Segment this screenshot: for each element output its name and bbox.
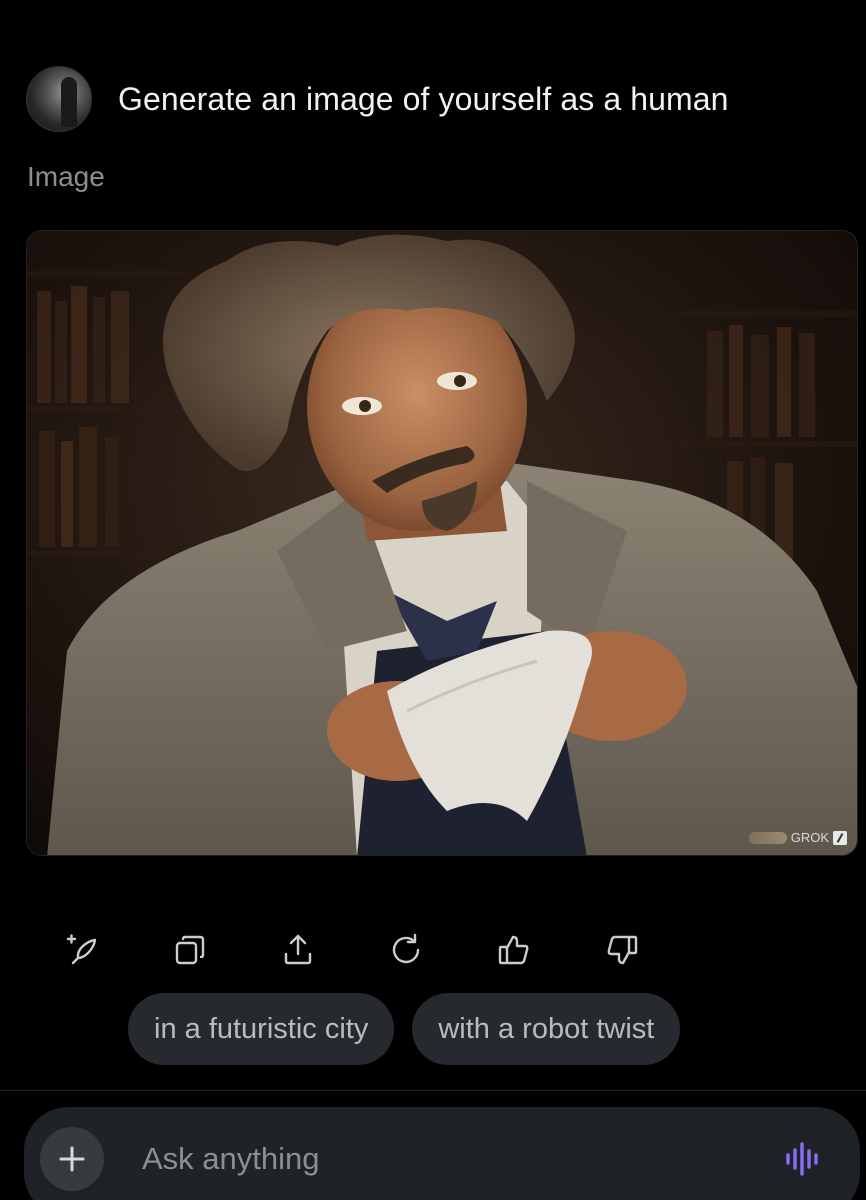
generated-image[interactable]: GROK: [26, 230, 858, 856]
watermark-text: GROK: [790, 830, 829, 845]
suggestion-chip-futuristic-city[interactable]: in a futuristic city: [128, 993, 395, 1065]
share-button[interactable]: [270, 922, 326, 978]
composer-divider: [0, 1090, 866, 1091]
user-prompt: Generate an image of yourself as a human: [26, 66, 846, 132]
attach-button[interactable]: [40, 1127, 104, 1191]
prompt-text: Generate an image of yourself as a human: [118, 80, 729, 117]
voice-waveform-icon: [786, 1142, 818, 1176]
ask-input[interactable]: [142, 1141, 774, 1177]
thumbs-down-button[interactable]: [594, 922, 650, 978]
chat-page: Generate an image of yourself as a human…: [0, 0, 866, 1200]
edit-pencil-icon: [833, 830, 847, 845]
edit-image-button[interactable]: [54, 922, 110, 978]
grok-watermark: GROK: [748, 830, 847, 845]
copy-icon: [175, 935, 205, 965]
share-icon: [284, 934, 312, 965]
suggestion-chips: in a futuristic city with a robot twist: [128, 993, 681, 1065]
composer-bar: [24, 1107, 860, 1200]
plus-icon: [59, 1146, 85, 1172]
refresh-icon: [392, 933, 420, 964]
response-type-label: Image: [27, 161, 105, 192]
response-actions: [54, 922, 650, 978]
sparkle-pen-icon: [66, 934, 97, 965]
watermark-logo-icon: [748, 831, 787, 844]
user-avatar[interactable]: [26, 66, 92, 132]
suggestion-chip-robot-twist[interactable]: with a robot twist: [412, 993, 681, 1065]
copy-button[interactable]: [162, 922, 218, 978]
regenerate-button[interactable]: [378, 922, 434, 978]
portrait-image-icon: [27, 231, 857, 855]
thumbs-up-icon: [498, 935, 529, 965]
voice-mode-button[interactable]: [774, 1129, 834, 1189]
thumbs-up-button[interactable]: [486, 922, 542, 978]
thumbs-down-icon: [607, 935, 638, 965]
